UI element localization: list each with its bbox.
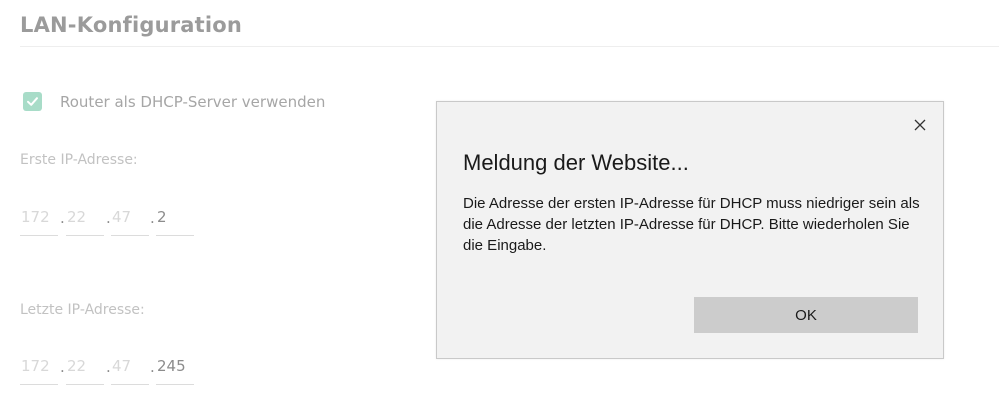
dhcp-server-option[interactable]: Router als DHCP-Server verwenden bbox=[23, 92, 325, 111]
first-ip-dot-3: . bbox=[150, 209, 155, 227]
last-ip-dot-3: . bbox=[150, 358, 155, 376]
last-ip-label: Letzte IP-Adresse: bbox=[20, 302, 145, 318]
dhcp-server-checkbox[interactable] bbox=[23, 92, 42, 111]
lan-configuration-page: LAN-Konfiguration Router als DHCP-Server… bbox=[0, 0, 999, 420]
first-ip-octet-1[interactable]: 172 bbox=[20, 206, 58, 236]
dialog-message: Die Adresse der ersten IP-Adresse für DH… bbox=[463, 195, 920, 254]
ok-button[interactable]: OK bbox=[694, 297, 918, 333]
first-ip-label: Erste IP-Adresse: bbox=[20, 152, 138, 168]
dialog-title: Meldung der Website... bbox=[463, 150, 689, 175]
last-ip-octet-1[interactable]: 172 bbox=[20, 355, 58, 385]
page-title: LAN-Konfiguration bbox=[20, 13, 243, 37]
close-button[interactable] bbox=[911, 116, 929, 134]
dhcp-server-label: Router als DHCP-Server verwenden bbox=[60, 92, 326, 111]
checkmark-icon bbox=[27, 97, 38, 106]
last-ip-dot-1: . bbox=[60, 358, 65, 376]
website-alert-dialog: Meldung der Website... Die Adresse der e… bbox=[436, 101, 944, 359]
last-ip-octet-4[interactable]: 245 bbox=[156, 355, 194, 385]
title-divider bbox=[20, 46, 999, 47]
first-ip-octet-3[interactable]: 47 bbox=[111, 206, 149, 236]
first-ip-dot-1: . bbox=[60, 209, 65, 227]
close-icon bbox=[914, 119, 926, 131]
first-ip-octet-2[interactable]: 22 bbox=[66, 206, 104, 236]
last-ip-octet-2[interactable]: 22 bbox=[66, 355, 104, 385]
last-ip-octet-3[interactable]: 47 bbox=[111, 355, 149, 385]
first-ip-octet-4[interactable]: 2 bbox=[156, 206, 194, 236]
